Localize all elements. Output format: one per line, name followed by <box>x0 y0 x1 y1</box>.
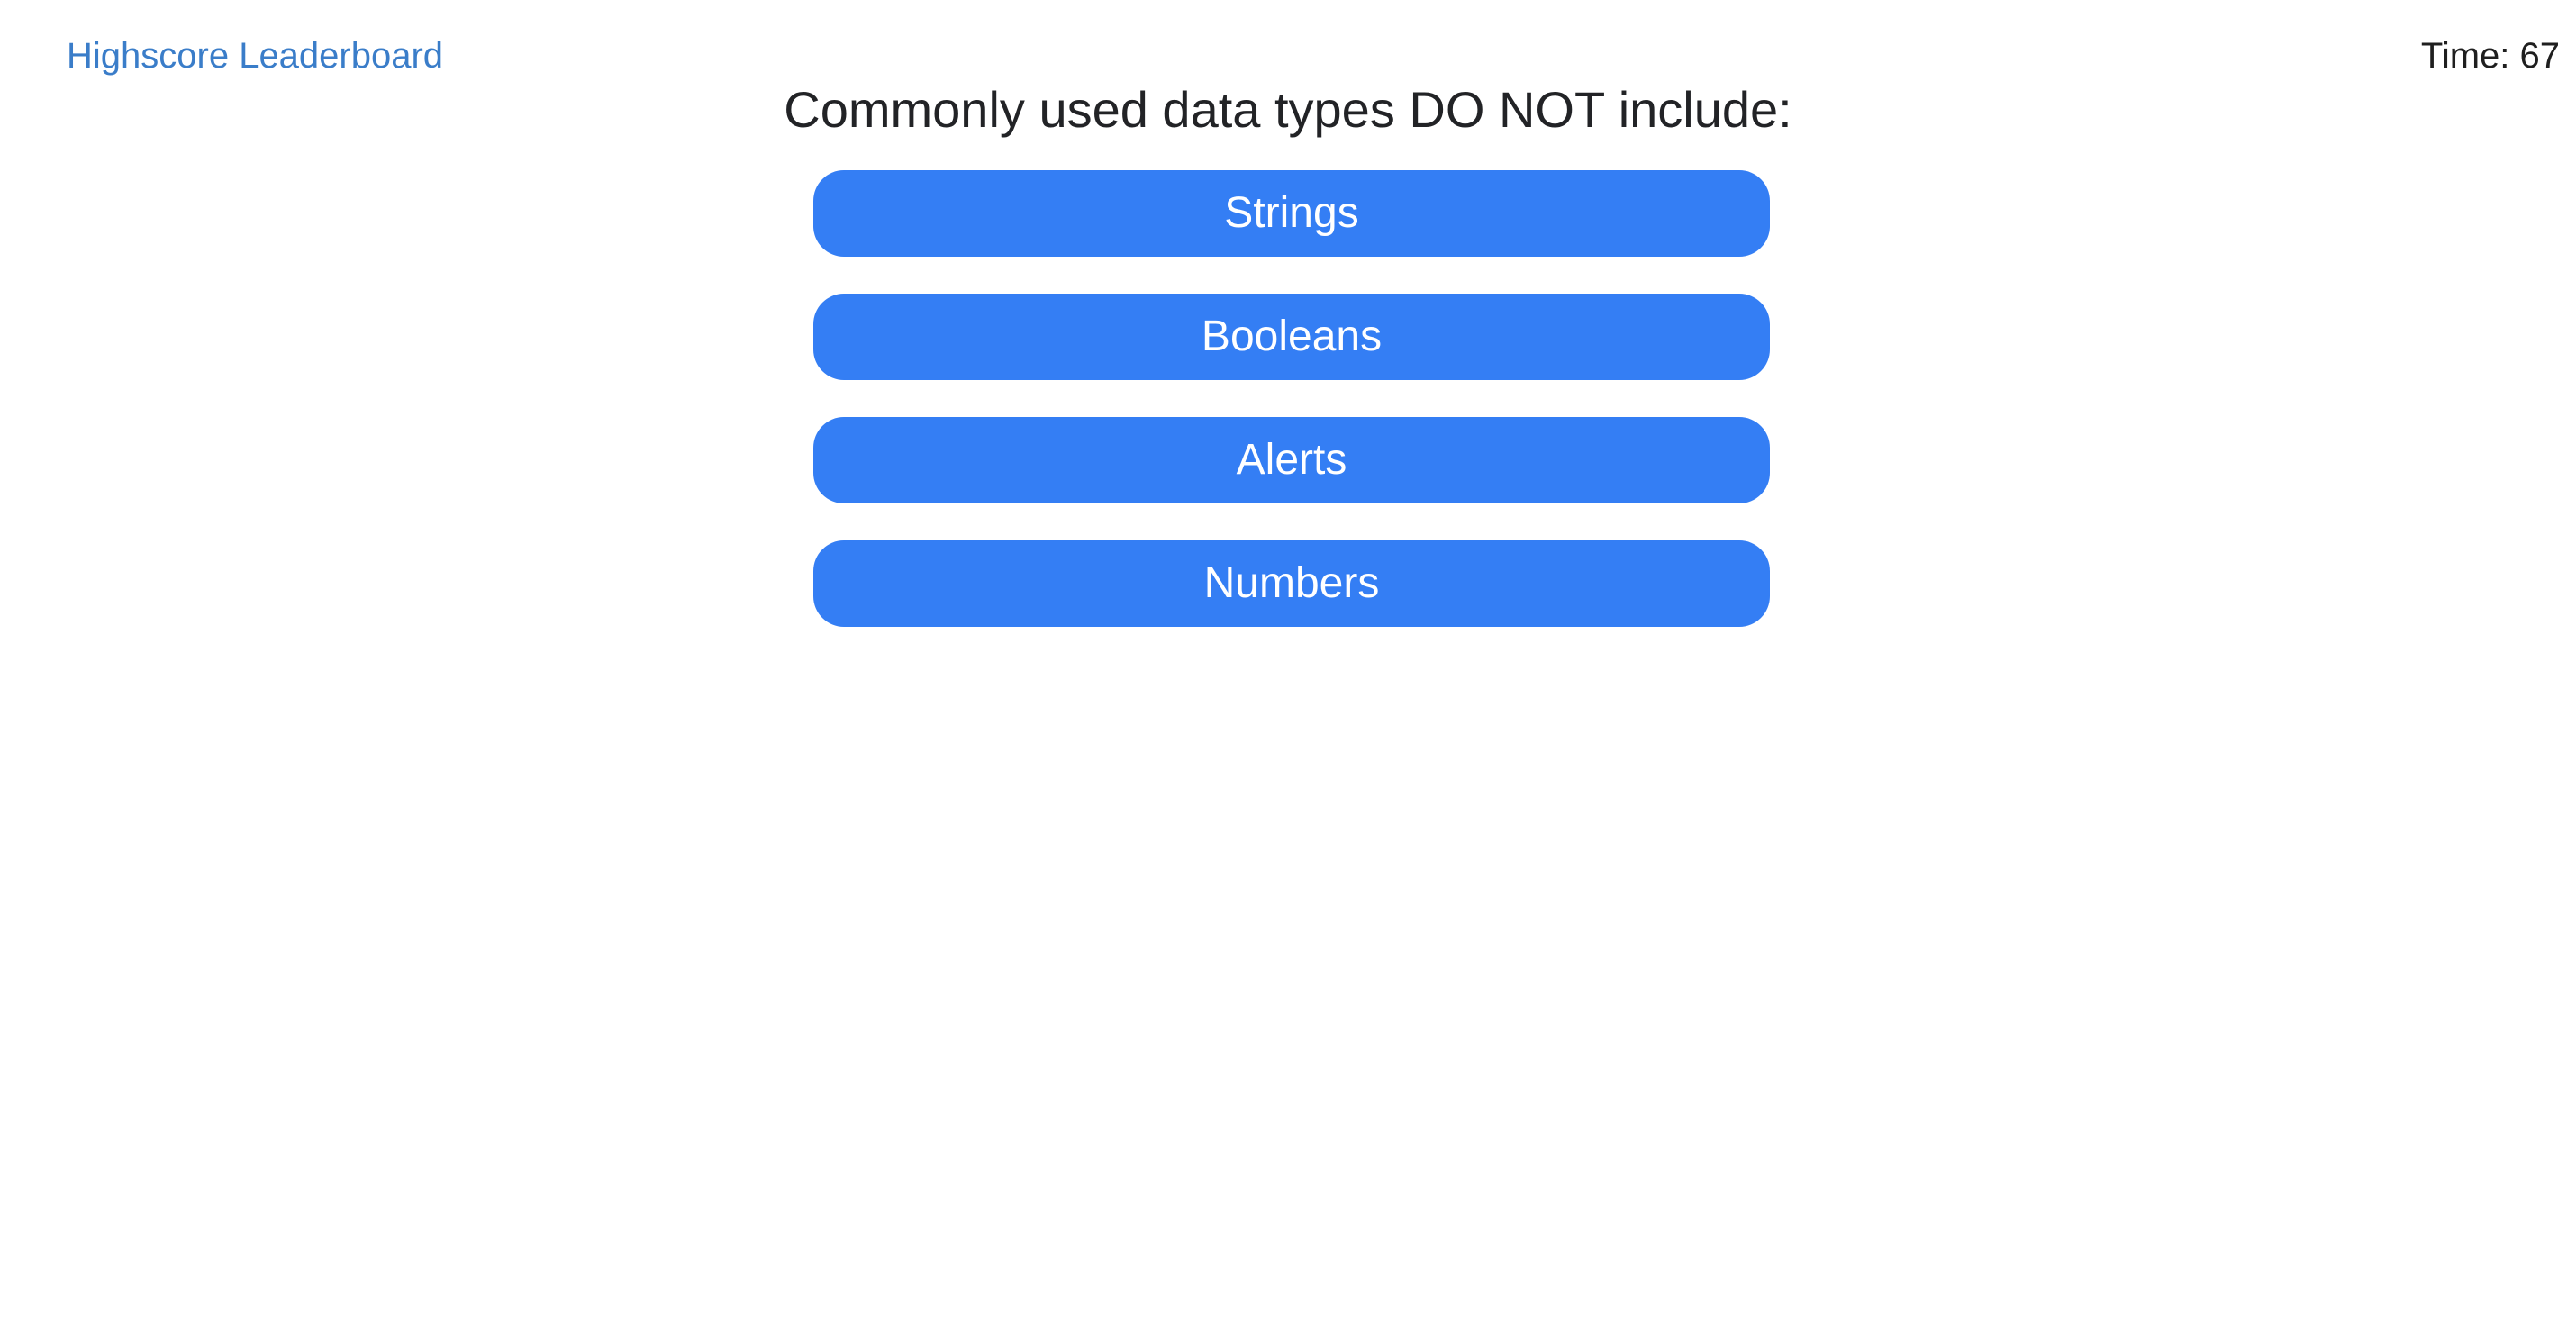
timer-display: Time: 67 <box>2420 36 2560 76</box>
answer-list: Strings Booleans Alerts Numbers <box>813 170 1770 627</box>
quiz-page: Highscore Leaderboard Time: 67 Commonly … <box>0 0 2576 1324</box>
answer-button-alerts[interactable]: Alerts <box>813 417 1770 503</box>
answer-button-strings[interactable]: Strings <box>813 170 1770 257</box>
answer-button-numbers[interactable]: Numbers <box>813 540 1770 627</box>
highscore-leaderboard-link[interactable]: Highscore Leaderboard <box>67 31 443 81</box>
question-title: Commonly used data types DO NOT include: <box>784 81 1792 138</box>
answer-button-booleans[interactable]: Booleans <box>813 294 1770 380</box>
